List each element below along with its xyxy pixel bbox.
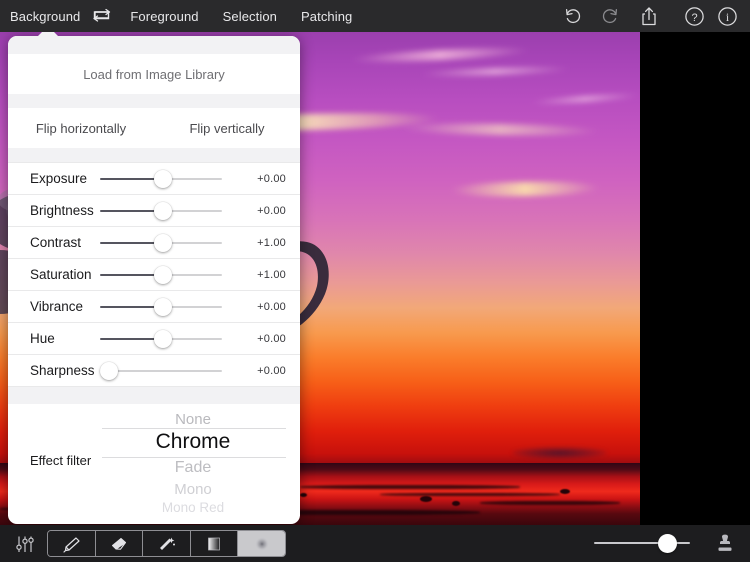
- contrast-slider[interactable]: [100, 227, 222, 259]
- slider-row-hue: Hue +0.00: [8, 322, 300, 354]
- slider-label-hue: Hue: [30, 331, 55, 346]
- slider-value-sharpness: +0.00: [257, 364, 286, 377]
- saturation-slider[interactable]: [100, 259, 222, 291]
- slider-label-saturation: Saturation: [30, 267, 92, 282]
- brush-size-knob[interactable]: [658, 534, 677, 553]
- effect-filter-block: Effect filter None Chrome Fade Mono Mono…: [8, 404, 300, 516]
- panel-gap: [8, 94, 300, 108]
- slider-label-brightness: Brightness: [30, 203, 94, 218]
- slider-label-exposure: Exposure: [30, 171, 88, 186]
- bottom-toolbar: [0, 525, 750, 562]
- panel-gap: [8, 386, 300, 404]
- picker-option-fade[interactable]: Fade: [100, 459, 286, 477]
- picker-option-mono-red[interactable]: Mono Red: [100, 500, 286, 515]
- slider-row-vibrance: Vibrance +0.00: [8, 290, 300, 322]
- picker-divider: [102, 457, 286, 458]
- picker-divider: [102, 428, 286, 429]
- tab-foreground[interactable]: Foreground: [130, 9, 198, 24]
- tool-segmented-control: [47, 530, 286, 557]
- slider-value-hue: +0.00: [257, 332, 286, 345]
- tool-soft-brush[interactable]: [238, 531, 285, 556]
- load-from-image-library-button[interactable]: Load from Image Library: [8, 54, 300, 94]
- slider-value-contrast: +1.00: [257, 236, 286, 249]
- flip-horizontally-button[interactable]: Flip horizontally: [8, 108, 154, 148]
- slider-label-contrast: Contrast: [30, 235, 82, 250]
- slider-value-exposure: +0.00: [257, 172, 286, 185]
- redo-icon[interactable]: [595, 0, 625, 32]
- slider-row-saturation: Saturation +1.00: [8, 258, 300, 290]
- top-toolbar: Background Foreground Selection Patching: [0, 0, 750, 32]
- brightness-slider[interactable]: [100, 195, 222, 227]
- picker-option-chrome[interactable]: Chrome: [100, 430, 286, 454]
- svg-text:?: ?: [691, 12, 697, 24]
- undo-icon[interactable]: [558, 0, 588, 32]
- tool-magic-wand[interactable]: [143, 531, 191, 556]
- tool-eraser[interactable]: [95, 531, 144, 556]
- tool-gradient[interactable]: [190, 531, 239, 556]
- exposure-slider[interactable]: [100, 163, 222, 195]
- dark-cloud: [512, 447, 607, 459]
- sharpness-slider[interactable]: [100, 355, 222, 387]
- picker-option-mono[interactable]: Mono: [100, 481, 286, 498]
- picker-option-none[interactable]: None: [100, 411, 286, 428]
- tab-patching[interactable]: Patching: [301, 9, 352, 24]
- slider-row-contrast: Contrast +1.00: [8, 226, 300, 258]
- slider-label-vibrance: Vibrance: [30, 299, 84, 314]
- flip-vertically-button[interactable]: Flip vertically: [154, 108, 300, 148]
- help-icon[interactable]: ?: [679, 0, 709, 32]
- stamp-icon[interactable]: [712, 531, 738, 556]
- flip-row: Flip horizontally Flip vertically: [8, 108, 300, 148]
- slider-value-brightness: +0.00: [257, 204, 286, 217]
- slider-row-brightness: Brightness +0.00: [8, 194, 300, 226]
- tab-background[interactable]: Background: [10, 9, 80, 24]
- slider-row-sharpness: Sharpness +0.00: [8, 354, 300, 386]
- brush-size-slider[interactable]: [594, 530, 702, 557]
- info-icon[interactable]: i: [712, 0, 742, 32]
- slider-value-saturation: +1.00: [257, 268, 286, 281]
- panel-top-gap: [8, 36, 300, 54]
- slider-value-vibrance: +0.00: [257, 300, 286, 313]
- hue-slider[interactable]: [100, 323, 222, 355]
- tool-brush[interactable]: [48, 531, 96, 556]
- background-settings-popover: Load from Image Library Flip horizontall…: [8, 36, 300, 524]
- tab-selection[interactable]: Selection: [223, 9, 277, 24]
- swap-layers-icon[interactable]: [92, 8, 114, 24]
- effect-filter-label: Effect filter: [30, 452, 92, 468]
- vibrance-slider[interactable]: [100, 291, 222, 323]
- slider-row-exposure: Exposure +0.00: [8, 162, 300, 194]
- slider-label-sharpness: Sharpness: [30, 363, 95, 378]
- effect-filter-picker[interactable]: None Chrome Fade Mono Mono Red: [100, 404, 286, 516]
- svg-text:i: i: [725, 10, 729, 24]
- panel-gap: [8, 148, 300, 162]
- adjustments-sliders-icon[interactable]: [12, 531, 38, 556]
- share-icon[interactable]: [634, 0, 664, 32]
